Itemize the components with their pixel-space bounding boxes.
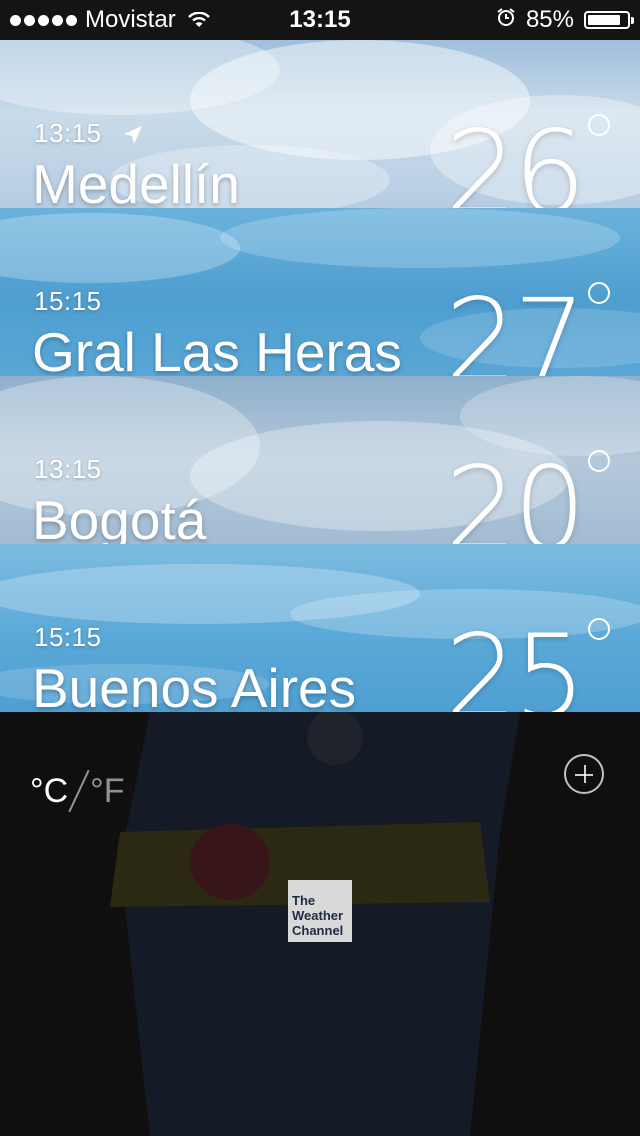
degree-symbol [588, 282, 610, 304]
celsius-option[interactable]: °C [30, 772, 68, 811]
city-temperature: 26 [444, 106, 586, 209]
city-name: Medellín [32, 153, 240, 208]
city-row-buenos-aires[interactable]: 15:15 Buenos Aires 25 [0, 544, 640, 712]
bottom-panel: °C °F The Weather Channel [0, 712, 640, 1136]
city-row-gral-las-heras[interactable]: 15:15 Gral Las Heras 27 [0, 208, 640, 376]
fahrenheit-option[interactable]: °F [90, 772, 124, 811]
degree-symbol [588, 450, 610, 472]
degree-symbol [588, 618, 610, 640]
location-arrow-icon [124, 126, 143, 145]
degree-symbol [588, 114, 610, 136]
city-name: Bogotá [32, 489, 207, 544]
weather-channel-logo[interactable]: The Weather Channel [288, 880, 352, 942]
unit-toggle[interactable]: °C °F [30, 768, 125, 814]
city-local-time: 15:15 [34, 622, 102, 652]
alarm-icon [496, 0, 516, 40]
battery-icon [584, 11, 634, 29]
unit-separator [68, 769, 90, 813]
city-local-time: 13:15 [34, 454, 102, 484]
city-name: Gral Las Heras [32, 321, 402, 376]
status-bar: Movistar 13:15 85% [0, 0, 640, 40]
add-city-button[interactable] [564, 754, 604, 794]
city-local-time: 13:15 [34, 118, 143, 149]
city-temperature: 25 [444, 610, 586, 713]
battery-percent: 85% [525, 6, 574, 33]
city-temperature: 27 [444, 274, 586, 377]
city-temperature: 20 [444, 442, 586, 545]
city-row-bogota[interactable]: 13:15 Bogotá 20 [0, 376, 640, 544]
city-row-medellin[interactable]: 13:15 Medellín 26 [0, 40, 640, 208]
city-name: Buenos Aires [32, 657, 357, 712]
city-local-time: 15:15 [34, 286, 102, 316]
